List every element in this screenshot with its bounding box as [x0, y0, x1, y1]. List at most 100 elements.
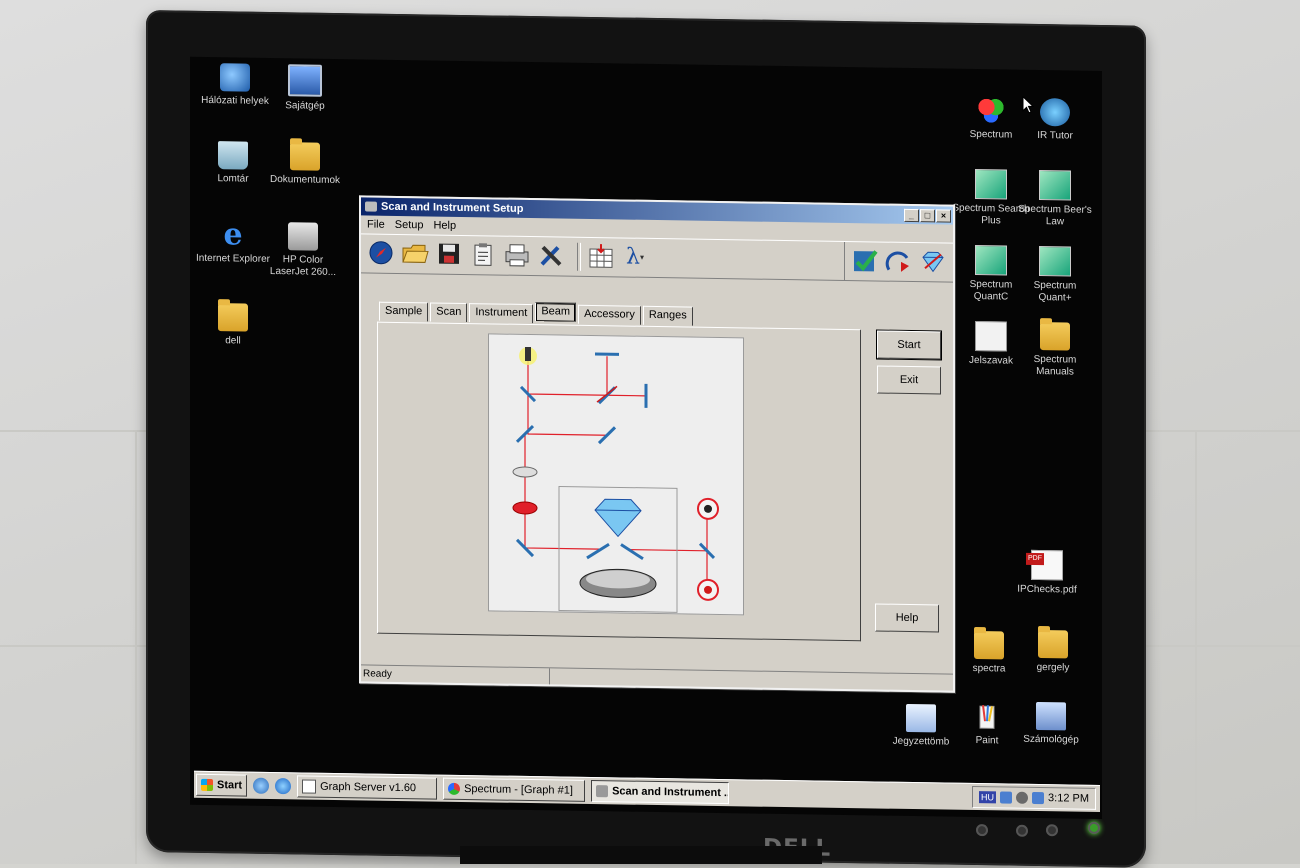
- windows-logo-icon: [201, 779, 213, 791]
- minimize-button[interactable]: _: [904, 208, 919, 221]
- task-spectrum[interactable]: Spectrum - [Graph #1]: [443, 778, 585, 802]
- spectrum-icon: [448, 783, 460, 795]
- toolbar-right-group: [844, 242, 953, 282]
- status-text: Ready: [361, 665, 550, 684]
- tab-accessory[interactable]: Accessory: [578, 305, 641, 325]
- beam-tab-panel: [377, 322, 861, 642]
- desktop-icon-label: Sajátgép: [266, 100, 344, 113]
- open-folder-icon[interactable]: [401, 240, 429, 268]
- check-icon[interactable]: [851, 247, 879, 275]
- desktop-icon-network-places[interactable]: Hálózati helyek: [196, 63, 274, 108]
- maximize-button[interactable]: □: [920, 209, 935, 222]
- spectrum-search-plus-icon: [975, 169, 1007, 200]
- monitor-button[interactable]: [1046, 824, 1058, 836]
- mouse-cursor-icon: [1022, 96, 1034, 114]
- network-tray-icon[interactable]: [1000, 791, 1012, 803]
- window-icon: [302, 779, 316, 793]
- desktop-icon-label: Spectrum Manuals: [1016, 354, 1094, 379]
- power-button[interactable]: [1088, 822, 1100, 834]
- desktop-icon-internet-explorer[interactable]: e Internet Explorer: [194, 221, 272, 266]
- tab-beam[interactable]: Beam: [535, 302, 576, 322]
- internet-explorer-icon: e: [218, 221, 248, 249]
- printer-icon[interactable]: [503, 242, 531, 270]
- document-icon: [975, 321, 1007, 352]
- table-icon[interactable]: [587, 243, 615, 271]
- documents-icon: [290, 142, 320, 170]
- tab-sample[interactable]: Sample: [379, 302, 428, 322]
- screen: Hálózati helyek Sajátgép Lomtár Dokument…: [190, 57, 1102, 819]
- beam-path-diagram: [488, 333, 744, 615]
- language-indicator[interactable]: HU: [979, 791, 996, 803]
- diamond-icon[interactable]: [919, 248, 947, 276]
- menu-help[interactable]: Help: [433, 220, 456, 232]
- window-title: Scan and Instrument Setup: [381, 201, 523, 215]
- monitor-button[interactable]: [1016, 825, 1028, 837]
- desktop-icon-recycle-bin[interactable]: Lomtár: [194, 141, 272, 186]
- monitor-bezel: DELL Hálózati helyek Sajátgép Lomtár Dok…: [146, 10, 1146, 868]
- status-bar: Ready: [361, 664, 953, 690]
- calculator-icon: [1036, 702, 1066, 730]
- task-scan-instrument[interactable]: Scan and Instrument ...: [591, 780, 729, 804]
- my-computer-icon: [288, 64, 322, 97]
- desktop-icon-ipchecks-pdf[interactable]: IPChecks.pdf: [1008, 550, 1086, 597]
- arc-arrow-icon[interactable]: [885, 248, 913, 276]
- tab-instrument[interactable]: Instrument: [469, 303, 533, 323]
- clipboard-icon[interactable]: [469, 241, 497, 269]
- app-icon: [365, 201, 377, 211]
- desktop-icon-gergely[interactable]: gergely: [1014, 630, 1092, 675]
- desktop-icon-spectrum-beers-law[interactable]: Spectrum Beer's Law: [1016, 170, 1094, 229]
- menu-setup[interactable]: Setup: [395, 219, 424, 231]
- quicklaunch-desktop-icon[interactable]: [253, 778, 269, 794]
- help-button[interactable]: Help: [875, 603, 939, 632]
- monitor-button[interactable]: [976, 824, 988, 836]
- desktop-icon-spectrum-manuals[interactable]: Spectrum Manuals: [1016, 322, 1094, 379]
- lambda-label: λ: [626, 245, 640, 270]
- volume-tray-icon[interactable]: [1016, 792, 1028, 804]
- detector-icon: [698, 499, 718, 519]
- desktop-icon-documents[interactable]: Dokumentumok: [266, 142, 344, 187]
- save-icon[interactable]: [435, 241, 463, 269]
- desktop-icon-printer[interactable]: HP Color LaserJet 260...: [264, 222, 342, 279]
- compass-icon[interactable]: [367, 239, 395, 267]
- tab-scan[interactable]: Scan: [430, 302, 467, 322]
- desktop-icon-label: dell: [194, 335, 272, 348]
- menu-file[interactable]: File: [367, 218, 385, 230]
- start-button[interactable]: Start: [877, 330, 941, 359]
- start-label: Start: [217, 779, 242, 791]
- tab-ranges[interactable]: Ranges: [643, 306, 693, 326]
- desktop-icon-label: Dokumentumok: [266, 174, 344, 187]
- folder-icon: [974, 631, 1004, 659]
- diamond-crystal-icon: [595, 499, 641, 537]
- task-label: Spectrum - [Graph #1]: [464, 783, 573, 797]
- toolbar: λ▾: [361, 233, 953, 282]
- pdf-icon: [1031, 550, 1063, 581]
- monitor-tray-icon[interactable]: [1032, 792, 1044, 804]
- spectrum-quantc-icon: [975, 245, 1007, 276]
- status-cell: [550, 668, 953, 690]
- task-graph-server[interactable]: Graph Server v1.60: [297, 775, 437, 799]
- desktop-icon-calculator[interactable]: Számológép: [1012, 702, 1090, 747]
- paint-icon: [972, 703, 1002, 731]
- desktop-icon-label: Számológép: [1012, 734, 1090, 747]
- folder-icon: [218, 303, 248, 331]
- clock[interactable]: 3:12 PM: [1048, 792, 1089, 805]
- network-places-icon: [220, 63, 250, 91]
- task-label: Scan and Instrument ...: [612, 785, 729, 799]
- lambda-icon[interactable]: λ▾: [621, 243, 649, 271]
- start-menu-button[interactable]: Start: [196, 774, 247, 797]
- desktop-icon-spectrum-quant-plus[interactable]: Spectrum Quant+: [1016, 246, 1094, 305]
- tools-icon[interactable]: [537, 242, 565, 270]
- close-button[interactable]: ×: [936, 209, 951, 222]
- system-tray: HU 3:12 PM: [972, 786, 1096, 810]
- ir-tutor-icon: [1040, 98, 1070, 126]
- desktop-icon-dell[interactable]: dell: [194, 303, 272, 348]
- app-icon: [596, 785, 608, 797]
- task-label: Graph Server v1.60: [320, 781, 416, 795]
- folder-icon: [1040, 322, 1070, 350]
- desktop-icon-my-computer[interactable]: Sajátgép: [266, 64, 344, 113]
- exit-button[interactable]: Exit: [877, 365, 941, 394]
- spectrum-quant-plus-icon: [1039, 246, 1071, 277]
- quicklaunch-ie-icon[interactable]: [275, 778, 291, 794]
- desktop-icon-label: IPChecks.pdf: [1008, 584, 1086, 597]
- desktop-icon-label: gergely: [1014, 662, 1092, 675]
